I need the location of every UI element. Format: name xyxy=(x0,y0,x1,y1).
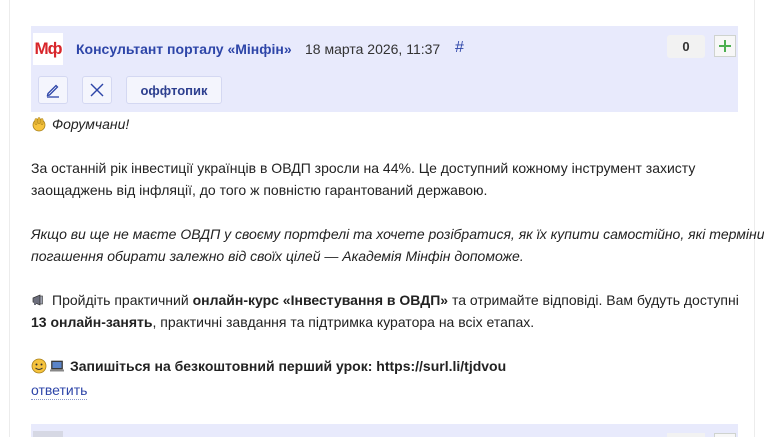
post-date: 18 марта 2026, 11:37 xyxy=(305,41,441,57)
post-score: 0 xyxy=(667,35,705,58)
cta-text[interactable]: Запишіться на безкоштовний перший урок: … xyxy=(70,358,506,374)
author-name-link[interactable]: Консультант порталу «Мінфін» xyxy=(76,41,292,57)
forum-post: Мф Консультант порталу «Мінфін» 18 марта… xyxy=(31,26,764,400)
laptop-icon xyxy=(50,360,64,372)
upvote-button[interactable] xyxy=(714,35,736,57)
course-name: онлайн-курс «Інвестування в ОВДП» xyxy=(192,292,449,308)
next-post-score xyxy=(667,433,705,437)
offtopic-tag-button[interactable]: оффтопик xyxy=(126,76,222,104)
close-icon xyxy=(90,83,104,97)
tag-label: оффтопик xyxy=(140,82,208,98)
delete-button[interactable] xyxy=(82,76,112,104)
pencil-icon xyxy=(46,84,59,98)
smiling-face-icon xyxy=(31,358,47,374)
avatar-logo-text: Мф xyxy=(34,39,62,58)
megaphone-icon xyxy=(32,294,43,306)
paragraph-2-line-1: Якщо ви ще не маєте ОВДП у своєму портфе… xyxy=(31,226,764,242)
page-right-border xyxy=(754,0,755,437)
score-value: 0 xyxy=(682,39,690,54)
author-avatar[interactable]: Мф xyxy=(33,33,63,65)
next-post-upvote-button[interactable] xyxy=(714,433,736,437)
paragraph-3-line-2: 13 онлайн-занять, практичні завдання та … xyxy=(31,311,534,333)
waving-hand-icon xyxy=(32,117,46,132)
course-suffix: та отримайте відповіді. Вам будуть досту… xyxy=(448,292,739,308)
plus-icon xyxy=(719,40,731,52)
paragraph-1-line-1: За останній рік інвестиції українців в О… xyxy=(31,160,696,176)
course-prefix: Пройдіть практичний xyxy=(52,292,193,308)
lessons-suffix: , практичні завдання та підтримка курато… xyxy=(152,314,535,330)
paragraph-2-line-2: погашення обирати залежно від своїх ціле… xyxy=(31,248,524,264)
greeting-text: Форумчани! xyxy=(52,116,130,132)
paragraph-1-line-2: заощаджень від інфляції, до того ж повні… xyxy=(31,182,488,198)
next-post-header xyxy=(31,424,738,437)
post-header: Мф Консультант порталу «Мінфін» 18 марта… xyxy=(31,26,738,112)
greeting-line: Форумчани! xyxy=(31,113,129,135)
permalink-link[interactable]: # xyxy=(455,39,464,57)
edit-button[interactable] xyxy=(38,76,68,104)
paragraph-3-line-1: Пройдіть практичний онлайн-курс «Інвесту… xyxy=(31,289,739,311)
cta-line: Запишіться на безкоштовний перший урок: … xyxy=(31,355,506,377)
reply-link[interactable]: ответить xyxy=(31,381,88,400)
page-left-border xyxy=(9,0,10,437)
lessons-count: 13 онлайн-занять xyxy=(31,314,153,330)
next-post-avatar[interactable] xyxy=(33,431,63,437)
